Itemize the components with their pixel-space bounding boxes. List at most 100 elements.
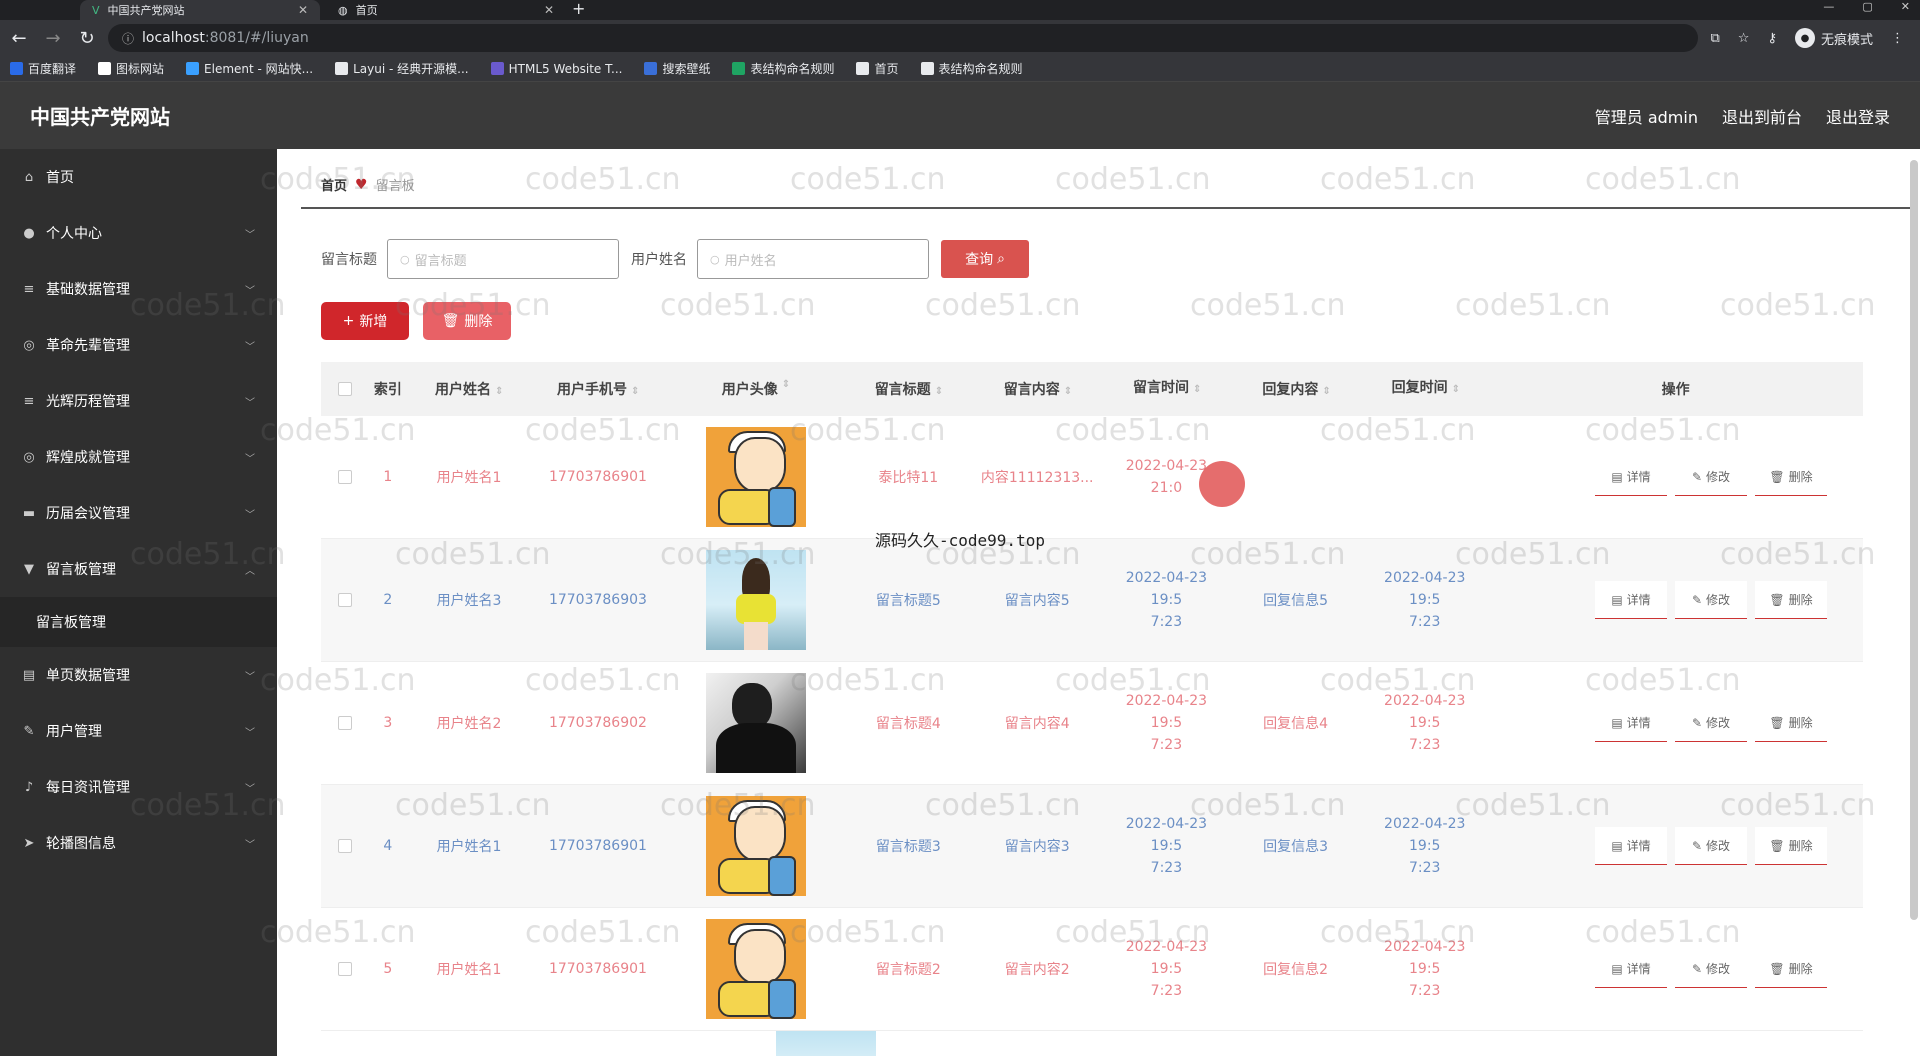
reload-icon[interactable]: ↻ — [72, 28, 102, 49]
header-avatar[interactable]: 用户头像 ⇕ — [665, 379, 847, 399]
trash-icon: 🗑 — [1769, 715, 1785, 730]
row-checkbox[interactable] — [321, 716, 369, 730]
key-icon[interactable]: ⚷ — [1767, 31, 1777, 46]
close-icon[interactable]: ✕ — [298, 3, 308, 17]
select-all-checkbox[interactable] — [321, 382, 369, 396]
bookmark-item[interactable]: 表结构命名规则 — [732, 60, 834, 77]
incognito-badge[interactable]: ● 无痕模式 — [1794, 28, 1873, 48]
title-search-input[interactable]: ○ 留言标题 — [387, 239, 619, 279]
bookmark-item[interactable]: Layui - 经典开源模... — [335, 60, 469, 77]
delete-button[interactable]: 🗑 删除 — [1755, 704, 1828, 742]
sort-icon: ⇕ — [494, 386, 504, 397]
detail-button[interactable]: ▤ 详情 — [1595, 581, 1668, 619]
bookmark-item[interactable]: 表结构命名规则 — [920, 60, 1023, 77]
row-checkbox[interactable] — [321, 593, 369, 607]
bookmark-item[interactable]: 百度翻译 — [10, 60, 76, 77]
row-checkbox[interactable] — [321, 962, 369, 976]
sidebar-item[interactable]: ♪ 每日资讯管理 ﹀ — [0, 759, 277, 815]
bookmark-item[interactable]: Element - 网站快... — [186, 60, 313, 77]
detail-button[interactable]: ▤ 详情 — [1595, 827, 1668, 865]
address-bar[interactable]: ⓘ localhost :8081/#/liuyan — [108, 24, 1698, 52]
time-line1: 2022-04-23 19:5 — [1125, 570, 1208, 608]
breadcrumb-home[interactable]: 首页 — [321, 175, 347, 194]
chevron-down-icon: ﹀ — [245, 397, 255, 409]
browser-tab[interactable]: ◍ 首页 ✕ — [326, 0, 566, 20]
kebab-menu-icon[interactable]: ⋮ — [1891, 31, 1904, 46]
sidebar-item[interactable]: ◎ 辉煌成就管理 ﹀ — [0, 429, 277, 485]
delete-button[interactable]: 🗑 删除 — [1755, 827, 1828, 865]
row-checkbox[interactable] — [321, 470, 369, 484]
header-reply[interactable]: 回复内容 ⇕ — [1230, 379, 1364, 399]
close-icon[interactable]: ✕ — [544, 3, 554, 17]
sidebar-item[interactable]: ◎ 革命先辈管理 ﹀ — [0, 317, 277, 373]
minimize-icon[interactable]: — — [1823, 0, 1834, 13]
name-search-input[interactable]: ○ 用户姓名 — [697, 239, 929, 279]
header-phone[interactable]: 用户手机号 ⇕ — [531, 379, 665, 399]
batch-delete-button[interactable]: 🗑 删除 — [423, 302, 511, 340]
op-label: 删除 — [1788, 962, 1813, 976]
delete-label: 删除 — [464, 314, 493, 330]
sidebar-item[interactable]: ➤ 轮播图信息 ﹀ — [0, 815, 277, 871]
header-time[interactable]: 留言时间 ⇕ — [1105, 377, 1230, 401]
cell-reply-time: 2022-04-23 19:5 7:23 — [1362, 567, 1487, 633]
detail-button[interactable]: ▤ 详情 — [1595, 704, 1668, 742]
vue-logo-icon: V — [92, 3, 100, 17]
sidebar-item[interactable]: ≡ 基础数据管理 ﹀ — [0, 261, 277, 317]
avatar[interactable] — [705, 796, 806, 896]
add-button[interactable]: + 新增 — [321, 302, 409, 340]
row-checkbox[interactable] — [321, 839, 369, 853]
sidebar-item[interactable]: ▼ 留言板管理 ︿ — [0, 541, 277, 597]
forward-icon[interactable]: → — [38, 28, 68, 49]
sidebar-subitem[interactable]: 留言板管理 — [0, 597, 277, 647]
sidebar-item-label: 历届会议管理 — [46, 506, 130, 522]
scrollbar[interactable] — [1910, 160, 1918, 920]
star-icon[interactable]: ☆ — [1738, 31, 1750, 46]
delete-button[interactable]: 🗑 删除 — [1755, 950, 1828, 988]
avatar[interactable] — [705, 919, 806, 1019]
sidebar-item[interactable]: ≡ 光辉历程管理 ﹀ — [0, 373, 277, 429]
detail-button[interactable]: ▤ 详情 — [1595, 458, 1668, 496]
header-name[interactable]: 用户姓名 ⇕ — [407, 379, 531, 399]
sidebar-item[interactable]: ● 个人中心 ﹀ — [0, 205, 277, 261]
header-reply-time[interactable]: 回复时间 ⇕ — [1363, 377, 1488, 401]
translate-icon[interactable]: ⧉ — [1711, 31, 1720, 46]
browser-tab-active[interactable]: V 中国共产党网站 ✕ — [80, 0, 320, 20]
bookmark-item[interactable]: 搜索壁纸 — [644, 60, 710, 77]
close-window-icon[interactable]: ✕ — [1901, 0, 1910, 13]
new-tab-icon[interactable]: + — [572, 0, 585, 18]
sidebar-item[interactable]: ▤ 单页数据管理 ﹀ — [0, 647, 277, 703]
info-icon[interactable]: ⓘ — [122, 30, 134, 47]
back-icon[interactable]: ← — [4, 28, 34, 49]
bank-icon: ▬ — [22, 505, 36, 521]
edit-button[interactable]: ✎ 修改 — [1675, 458, 1748, 496]
chevron-up-icon: ︿ — [245, 565, 255, 577]
sidebar-item[interactable]: ✎ 用户管理 ﹀ — [0, 703, 277, 759]
edit-button[interactable]: ✎ 修改 — [1675, 950, 1748, 988]
delete-button[interactable]: 🗑 删除 — [1755, 581, 1828, 619]
edit-button[interactable]: ✎ 修改 — [1675, 827, 1748, 865]
avatar[interactable] — [705, 550, 806, 650]
detail-button[interactable]: ▤ 详情 — [1595, 950, 1668, 988]
time-line2: 7:23 — [1150, 614, 1183, 630]
doc-icon: ▤ — [1611, 961, 1623, 976]
sidebar-item[interactable]: ⌂ 首页 — [0, 149, 277, 205]
bookmark-item[interactable]: 图标网站 — [98, 60, 164, 77]
avatar[interactable] — [705, 427, 806, 527]
bookmark-item[interactable]: HTML5 Website T... — [490, 62, 622, 76]
to-front-link[interactable]: 退出到前台 — [1722, 104, 1802, 128]
time-line2: 7:23 — [1150, 983, 1183, 999]
avatar[interactable] — [705, 673, 806, 773]
compass-icon: ◎ — [23, 449, 35, 465]
header-content[interactable]: 留言内容 ⇕ — [971, 379, 1105, 399]
delete-button[interactable]: 🗑 删除 — [1755, 458, 1828, 496]
bookmark-item[interactable]: 首页 — [856, 60, 899, 77]
cell-name: 用户姓名1 — [436, 962, 502, 978]
sidebar: ⌂ 首页 ● 个人中心 ﹀ ≡ 基础数据管理 ﹀ ◎ 革命先辈管理 ﹀ ≡ 光辉历程管理 ﹀ ◎ 辉煌成就管理… — [0, 149, 277, 1056]
header-title[interactable]: 留言标题 ⇕ — [847, 379, 971, 399]
edit-button[interactable]: ✎ 修改 — [1675, 581, 1748, 619]
edit-button[interactable]: ✎ 修改 — [1675, 704, 1748, 742]
sidebar-item[interactable]: ▬ 历届会议管理 ﹀ — [0, 485, 277, 541]
query-button[interactable]: 查询 ⌕ — [941, 240, 1029, 278]
maximize-icon[interactable]: ▢ — [1862, 0, 1872, 13]
logout-link[interactable]: 退出登录 — [1826, 104, 1890, 128]
